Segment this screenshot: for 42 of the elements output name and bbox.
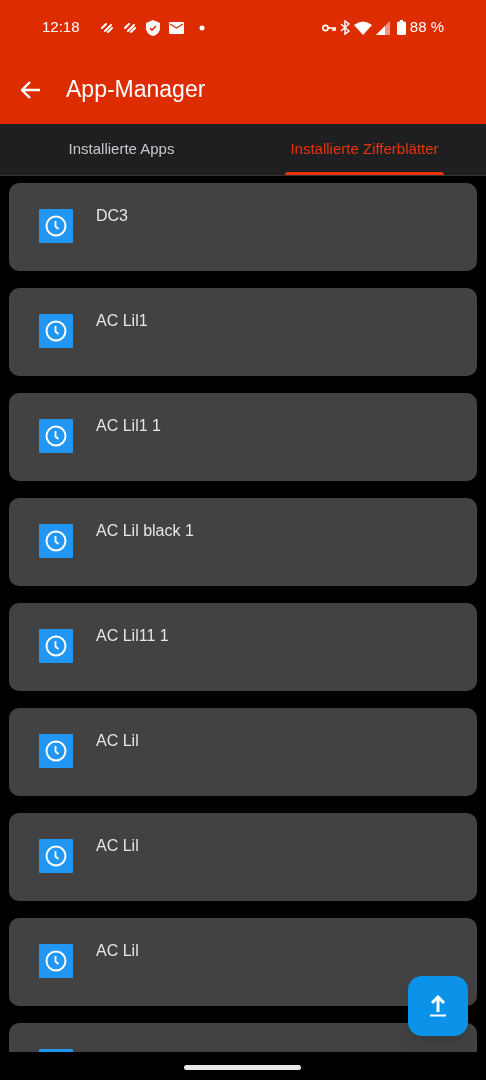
- wifi-icon: [353, 20, 372, 35]
- watch-face-name: AC Lil black 1: [96, 521, 194, 541]
- clock-icon: [39, 314, 73, 348]
- clock-icon: [39, 734, 73, 768]
- watch-face-card[interactable]: AC Lil: [9, 813, 477, 901]
- watch-face-card[interactable]: AC Lil1: [9, 288, 477, 376]
- watch-face-card[interactable]: AC Lil11 1: [9, 603, 477, 691]
- back-arrow-icon: [21, 80, 41, 99]
- bluetooth-icon: [339, 20, 350, 35]
- watch-face-card[interactable]: AC Lil1 1: [9, 393, 477, 481]
- upload-button[interactable]: [408, 976, 468, 1036]
- tab[interactable]: Installierte Apps: [0, 124, 243, 175]
- clock-icon: [39, 839, 73, 873]
- notification-icon: [99, 22, 114, 33]
- clock-icon: [39, 944, 73, 978]
- battery-icon: [396, 20, 406, 35]
- watch-face-name: AC Lil: [96, 731, 139, 751]
- upload-icon: [429, 995, 447, 1017]
- watch-face-card[interactable]: DC3: [9, 183, 477, 271]
- watch-face-name: AC Lil: [96, 941, 139, 961]
- clock-icon: [39, 524, 73, 558]
- clock-icon: [39, 629, 73, 663]
- signal-icon: [375, 20, 390, 35]
- watch-face-name: AC Lil: [96, 836, 139, 856]
- mail-icon: [168, 21, 184, 34]
- app-bar-title: App-Manager: [66, 75, 206, 105]
- battery-percentage: 88 %: [409, 17, 444, 38]
- watch-face-name: DC3: [96, 206, 128, 226]
- status-time: 12:18: [42, 17, 80, 38]
- clock-icon: [39, 419, 73, 453]
- watch-face-card[interactable]: AC Lil: [9, 918, 477, 1006]
- watch-face-card[interactable]: AC Lil: [9, 708, 477, 796]
- watch-face-name: AC Lil11 1: [96, 626, 169, 646]
- watch-face-card[interactable]: AC Lil black 1: [9, 498, 477, 586]
- tab[interactable]: Installierte Zifferblätter: [243, 124, 486, 175]
- watch-face-name: AC Lil1 1: [96, 416, 161, 436]
- dot-icon: [198, 24, 205, 31]
- clock-icon: [39, 209, 73, 243]
- watch-face-name: AC Lil1: [96, 311, 148, 331]
- notification-icon: [122, 22, 137, 33]
- key-icon: [321, 23, 336, 32]
- shield-icon: [145, 19, 160, 36]
